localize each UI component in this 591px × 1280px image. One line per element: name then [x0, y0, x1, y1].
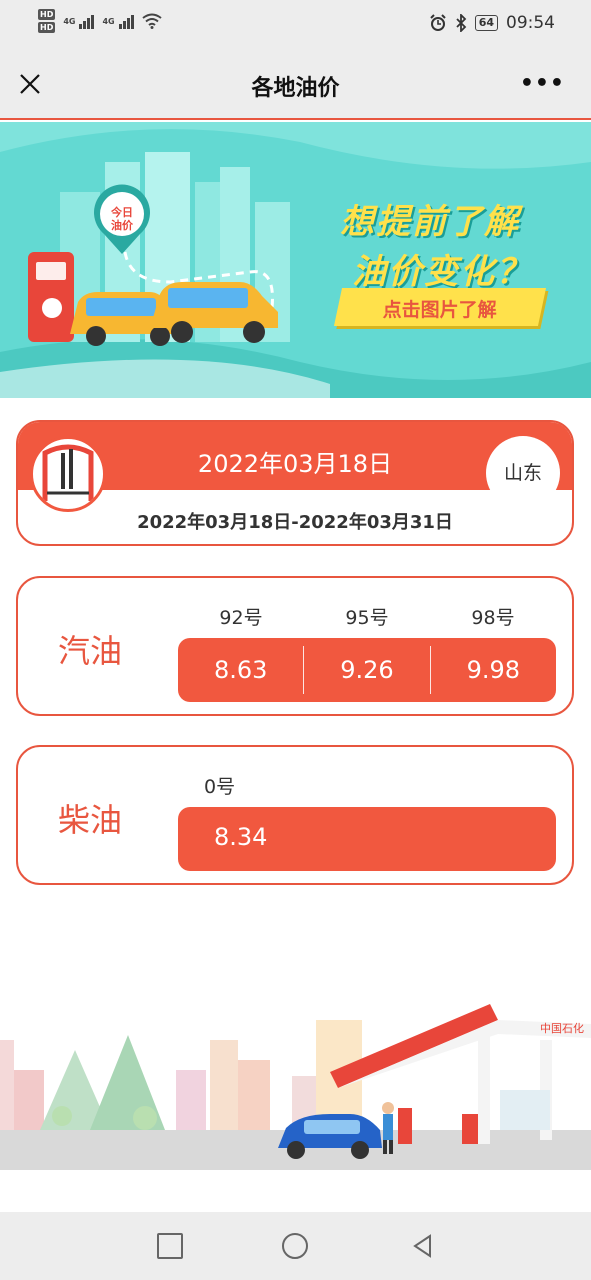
- gasoline-card: 汽油 92号 95号 98号 8.63 9.26 9.98: [16, 576, 574, 716]
- bluetooth-icon: [456, 14, 466, 32]
- hd-badge: HD: [38, 22, 56, 33]
- grade-label: 95号: [345, 607, 389, 629]
- price-validity-range: 2022年03月18日-2022年03月31日: [137, 512, 453, 533]
- status-right: 64 09:54: [429, 13, 555, 33]
- alarm-icon: [429, 14, 446, 31]
- status-left: HD HD 4G 4G: [38, 9, 162, 33]
- network-type: 4G: [63, 16, 76, 26]
- date-card: 2022年03月18日 2022年03月18日-2022年03月31日 山东: [16, 420, 574, 546]
- grade-label: 98号: [471, 607, 515, 629]
- recent-apps-button[interactable]: [157, 1233, 183, 1259]
- promo-banner[interactable]: 今日 油价 想提前了解 油价变化？ 点击图片了解: [0, 122, 591, 398]
- system-nav-bar: [0, 1212, 591, 1280]
- fuel-type-label: 柴油: [58, 801, 123, 839]
- banner-headline: 油价变化？: [352, 252, 532, 292]
- grade-label: 0号: [204, 776, 236, 798]
- diesel-price: 8.34: [178, 807, 556, 871]
- price-value: 8.63: [213, 656, 268, 684]
- sign-text: 今日: [111, 206, 133, 219]
- nav-bar: 各地油价 •••: [0, 48, 591, 120]
- sign-text: 油价: [111, 219, 133, 232]
- back-button[interactable]: [410, 1233, 436, 1259]
- status-bar: HD HD 4G 4G 64 09:54: [0, 0, 591, 48]
- today-price-sign: 今日 油价: [108, 206, 136, 232]
- banner-headline: 想提前了解: [340, 202, 520, 242]
- sinopec-logo: [30, 436, 106, 512]
- signal-icon: [118, 13, 134, 29]
- fuel-type-label: 汽油: [58, 632, 123, 670]
- signal-icon: [79, 13, 95, 29]
- page-title: 各地油价: [251, 76, 340, 101]
- home-button[interactable]: [282, 1233, 308, 1259]
- price-value: 8.34: [214, 823, 268, 851]
- network-type: 4G: [102, 16, 115, 26]
- grade-label: 92号: [219, 607, 263, 629]
- wifi-icon: [142, 13, 162, 29]
- price-value: 9.26: [303, 646, 429, 694]
- gasoline-grades: 92号 95号 98号: [178, 603, 556, 630]
- learn-more-label: 点击图片了解: [382, 299, 497, 321]
- battery-level: 64: [474, 15, 498, 31]
- learn-more-button[interactable]: 点击图片了解: [333, 288, 547, 326]
- station-sign: 中国石化: [540, 1021, 584, 1035]
- clock: 09:54: [506, 13, 555, 33]
- more-menu-button[interactable]: •••: [520, 73, 565, 95]
- sinopec-logo-icon: [42, 444, 94, 501]
- hd-badge: HD: [38, 9, 56, 20]
- diesel-card: 柴油 0号 8.34: [16, 745, 574, 885]
- gas-station-illustration: 中国石化: [0, 1004, 591, 1170]
- province-selector[interactable]: 山东: [486, 436, 560, 510]
- gasoline-prices: 8.63 9.26 9.98: [178, 638, 556, 702]
- price-value: 9.98: [429, 646, 556, 694]
